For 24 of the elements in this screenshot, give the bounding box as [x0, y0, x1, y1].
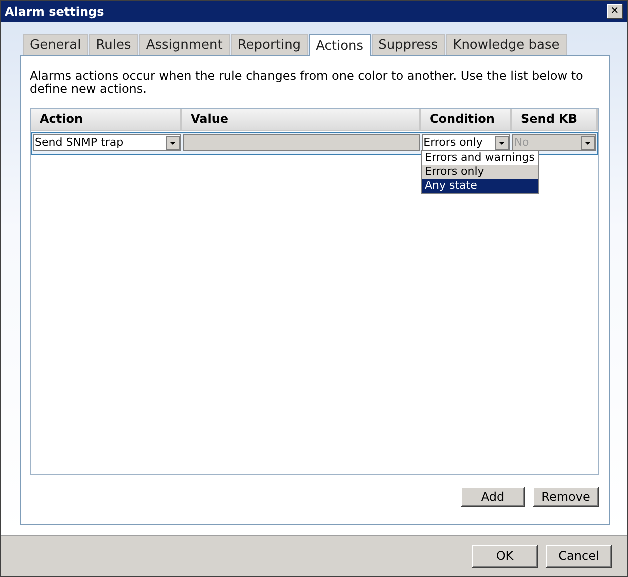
description-text: Alarms actions occur when the rule changes from one color to another. Use the list below to define new actions.: [30, 70, 584, 96]
close-button[interactable]: ✕: [607, 4, 623, 19]
tab[interactable]: General: [23, 34, 88, 55]
tab[interactable]: Knowledge base: [446, 34, 567, 55]
column-header[interactable]: Send KB: [512, 109, 598, 130]
tab[interactable]: Rules: [89, 34, 138, 55]
condition-dropdown[interactable]: Errors only: [422, 134, 510, 151]
tab[interactable]: Suppress: [372, 34, 446, 55]
column-header[interactable]: Value: [182, 109, 421, 130]
window-title: Alarm settings: [5, 4, 104, 18]
column-header[interactable]: Action: [31, 109, 182, 130]
cancel-button[interactable]: Cancel: [546, 544, 612, 568]
add-button[interactable]: Add: [461, 487, 525, 507]
dropdown-option[interactable]: Any state: [422, 179, 538, 193]
tab[interactable]: Assignment: [139, 34, 230, 55]
remove-button[interactable]: Remove: [533, 487, 599, 507]
dropdown-option[interactable]: Errors and warnings: [422, 151, 538, 165]
column-header[interactable]: Condition: [421, 109, 512, 130]
ok-button[interactable]: OK: [472, 544, 538, 568]
tab[interactable]: Actions: [309, 34, 371, 56]
tab[interactable]: Reporting: [230, 34, 308, 55]
action-dropdown[interactable]: Send SNMP trap: [33, 134, 182, 151]
dropdown-option[interactable]: Errors only: [422, 165, 538, 179]
value-field[interactable]: [183, 134, 420, 151]
